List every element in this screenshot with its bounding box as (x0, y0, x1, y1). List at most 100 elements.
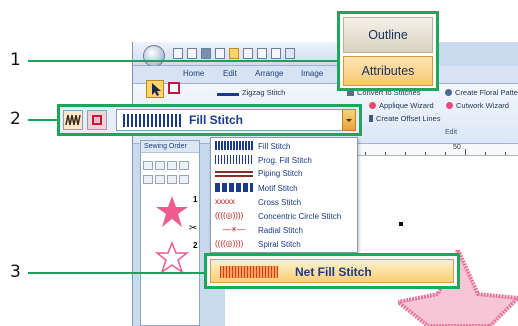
fill-stitch-icon (215, 141, 253, 150)
chevron-down-icon (346, 119, 352, 122)
callout-1-leader-line (28, 60, 337, 62)
list-item-concentric-circle-stitch[interactable]: ((((◎)))) Concentric Circle Stitch (215, 211, 355, 224)
scissors-toggle-icon[interactable] (179, 175, 189, 184)
list-item-piping-stitch[interactable]: Piping Stitch (215, 169, 355, 182)
applique-wizard-button[interactable]: Applique Wizard (369, 101, 434, 110)
fill-stitch-swatch-icon (123, 114, 183, 127)
zigzag-stitch-icon (65, 114, 81, 126)
zoom-icon[interactable] (155, 175, 165, 184)
callout-number-2: 2 (10, 109, 21, 129)
sewing-item-number-2: 2 (193, 241, 198, 250)
cutwork-label: Cutwork Wizard (456, 101, 509, 110)
radial-stitch-icon: —✳— (222, 225, 246, 234)
callout-box-1: Outline Attributes (337, 11, 439, 91)
zigzag-stitch-item[interactable]: Zigzag Stitch (217, 88, 285, 97)
callout-number-3: 3 (10, 262, 21, 282)
zigzag-label: Zigzag Stitch (242, 88, 286, 97)
canvas-point-marker (399, 222, 403, 226)
quick-access-toolbar (133, 42, 343, 67)
tab-arrange[interactable]: Arrange (255, 69, 283, 78)
sewing-order-toolbar-row-2 (143, 171, 199, 184)
callout-2-leader-line (28, 119, 57, 121)
applique-icon (369, 102, 376, 109)
offset-icon (369, 115, 373, 122)
arrow-cursor-icon (152, 83, 161, 96)
callout-box-3: Net Fill Stitch (204, 253, 460, 289)
attributes-tab[interactable]: Attributes (343, 56, 433, 86)
zigzag-icon (217, 93, 239, 96)
customize-icon[interactable] (285, 48, 295, 59)
cutwork-wizard-button[interactable]: Cutwork Wizard (446, 101, 509, 110)
fill-stitch-selected-label: Fill Stitch (189, 113, 243, 127)
scissors-icon: ✂ (189, 223, 198, 234)
fill-stitch-select[interactable]: Fill Stitch (116, 109, 343, 131)
list-item-cross-stitch[interactable]: xxxxx Cross Stitch (215, 197, 355, 210)
concentric-circle-label: Concentric Circle Stitch (258, 212, 342, 221)
move-up-icon[interactable] (179, 161, 189, 170)
heart-icon (446, 102, 453, 109)
list-item-motif-stitch[interactable]: Motif Stitch (215, 183, 355, 196)
net-fill-icon (220, 266, 278, 278)
ruler-label: 50 (453, 144, 461, 151)
motif-icon (215, 183, 253, 192)
new-file-icon[interactable] (173, 48, 183, 59)
search-icon[interactable] (167, 175, 177, 184)
piping-label: Piping Stitch (258, 169, 303, 178)
cross-stitch-icon: xxxxx (215, 197, 235, 206)
create-floral-pattern-button[interactable]: Create Floral Patte (445, 88, 518, 97)
sewing-item-number-1: 1 (193, 195, 198, 204)
color-sort-icon[interactable] (155, 161, 165, 170)
region-sewing-button[interactable] (87, 110, 107, 130)
piping-icon (215, 171, 253, 177)
callout-number-1: 1 (10, 50, 21, 70)
fill-stitch-label: Fill Stitch (258, 142, 291, 151)
highlight-tool-icon[interactable] (229, 48, 239, 59)
outline-tab-label: Outline (368, 28, 408, 42)
sort-icon[interactable] (143, 161, 153, 170)
group-label-edit: Edit (445, 129, 458, 136)
sewing-order-toolbar-row-1 (143, 157, 199, 170)
net-fill-label: Net Fill Stitch (295, 265, 372, 279)
preview-icon[interactable] (271, 48, 281, 59)
region-color-icon[interactable] (168, 82, 180, 94)
prog-fill-icon (215, 155, 253, 164)
sewing-order-panel: Sewing Order 1 ✂ 2 (140, 140, 200, 326)
cross-stitch-label: Cross Stitch (258, 198, 302, 207)
save-icon[interactable] (201, 48, 211, 59)
outline-tab[interactable]: Outline (343, 17, 433, 53)
list-item-radial-stitch[interactable]: —✳— Radial Stitch (215, 225, 355, 238)
motif-label: Motif Stitch (258, 184, 298, 193)
callout-box-2: Fill Stitch (57, 104, 362, 136)
radial-label: Radial Stitch (258, 226, 303, 235)
spiral-label: Spiral Stitch (258, 240, 301, 249)
redo-icon[interactable] (257, 48, 267, 59)
list-item-prog-fill-stitch[interactable]: Prog. Fill Stitch (215, 155, 355, 168)
region-fill-icon (92, 115, 102, 125)
fill-stitch-dropdown-button[interactable] (342, 109, 356, 131)
print-icon[interactable] (215, 48, 225, 59)
list-item-spiral-stitch[interactable]: ((((◎)))) Spiral Stitch (215, 239, 355, 252)
tab-edit[interactable]: Edit (223, 69, 237, 78)
offset-label: Create Offset Lines (376, 114, 441, 123)
spiral-stitch-icon: ((((◎)))) (215, 239, 244, 248)
select-arrow-button[interactable] (146, 80, 164, 98)
stitch-type-dropdown-list: Fill Stitch Prog. Fill Stitch Piping Sti… (210, 137, 358, 253)
tab-image[interactable]: Image (301, 69, 323, 78)
undo-icon[interactable] (243, 48, 253, 59)
application-menu-button[interactable] (143, 45, 165, 67)
prog-fill-label: Prog. Fill Stitch (258, 156, 312, 165)
list-item-net-fill-stitch[interactable]: Net Fill Stitch (210, 259, 454, 283)
tab-home[interactable]: Home (183, 69, 204, 78)
floral-label: Create Floral Patte (455, 88, 518, 97)
open-file-icon[interactable] (187, 48, 197, 59)
list-item-fill-stitch[interactable]: Fill Stitch (215, 141, 355, 154)
pink-filled-star-icon[interactable] (155, 195, 189, 229)
sewing-order-title: Sewing Order (141, 141, 199, 153)
create-offset-lines-button[interactable]: Create Offset Lines (369, 114, 440, 123)
sewing-attribute-button[interactable] (63, 110, 83, 130)
pink-outline-star-icon[interactable] (155, 241, 189, 275)
flower-icon (445, 89, 452, 96)
group-icon[interactable] (143, 175, 153, 184)
callout-3-leader-line (28, 272, 204, 274)
warning-icon[interactable] (167, 161, 177, 170)
